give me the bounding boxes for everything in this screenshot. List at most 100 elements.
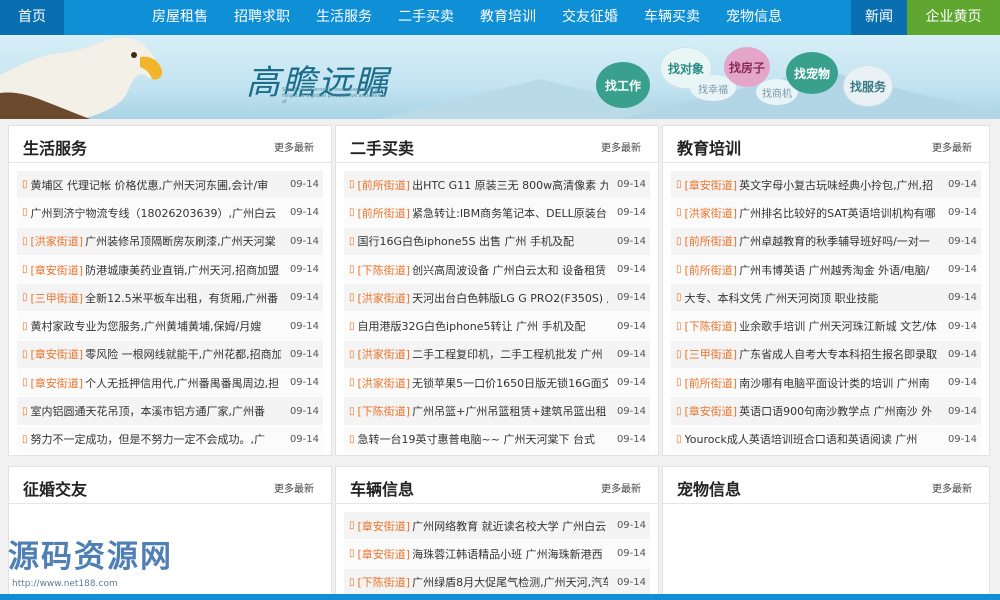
nav-item-secondhand[interactable]: 二手买卖 (385, 0, 467, 35)
listing-title[interactable]: 广州排名比较好的SAT英语培训机构有哪 (739, 207, 936, 220)
list-item-text[interactable]: [洪家街道] 广州排名比较好的SAT英语培训机构有哪 (685, 205, 939, 221)
nav-item-house[interactable]: 房屋租售 (139, 0, 221, 35)
listing-title[interactable]: 业余歌手培训 广州天河珠江新城 文艺/体 (739, 320, 937, 333)
list-item-text[interactable]: 急转一台19英寸惠普电脑~~ 广州天河棠下 台式 (358, 431, 608, 447)
listing-title[interactable]: 南沙哪有电脑平面设计类的培训 广州南 (739, 377, 930, 390)
nav-item-vehicles[interactable]: 车辆买卖 (631, 0, 713, 35)
listing-title[interactable]: 广东省成人自考大专本科招生报名即录取 (739, 348, 937, 361)
listing-title[interactable]: 全新12.5米平板车出租，有货厢,广州番 (85, 292, 278, 305)
list-item[interactable]: ▯ [章安街道] 英语口语900句南沙教学点 广州南沙 外 09-14 (671, 397, 981, 426)
list-item[interactable]: ▯ 急转一台19英寸惠普电脑~~ 广州天河棠下 台式 09-14 (344, 425, 650, 454)
list-item[interactable]: ▯ [下陈街道] 广州绿盾8月大促尾气检测,广州天河,汽车 09-14 (344, 568, 650, 597)
list-item-text[interactable]: [前所街道] 紧急转让:IBM商务笔记本、DELL原装台 (358, 205, 608, 221)
list-item[interactable]: ▯ [章安街道] 英文字母小复古玩味经典小拎包,广州,招 09-14 (671, 171, 981, 200)
list-item[interactable]: ▯ Yourock成人英语培训班合口语和英语阅读 广州 09-14 (671, 425, 981, 454)
list-item-text[interactable]: 黄埔区 代理记帐 价格优惠,广州天河东圃,会计/审 (31, 177, 281, 193)
listing-title[interactable]: 天河出台白色韩版LG G PRO2(F350S) 广 (412, 292, 608, 305)
nav-news[interactable]: 新闻 (851, 0, 907, 35)
list-item-text[interactable]: [三甲街道] 广东省成人自考大专本科招生报名即录取 (685, 346, 939, 362)
listing-title[interactable]: 海珠蓉江韩语精品小班 广州海珠新港西 (412, 548, 603, 561)
more-link[interactable]: 更多最新 (601, 139, 641, 154)
list-item[interactable]: ▯ 努力不一定成功，但是不努力一定不会成功。,广 09-14 (17, 425, 323, 454)
listing-title[interactable]: 大专、本科文凭 广州天河岗顶 职业技能 (685, 292, 879, 305)
listing-title[interactable]: 防港城康美药业直销,广州天河,招商加盟 (85, 264, 279, 277)
list-item-text[interactable]: [前所街道] 广州卓越教育的秋季辅导班好吗/一对一 (685, 233, 939, 249)
listing-title[interactable]: 广州网络教育 就近读名校大学 广州白云 (412, 520, 606, 533)
list-item-text[interactable]: [章安街道] 英语口语900句南沙教学点 广州南沙 外 (685, 403, 939, 419)
list-item[interactable]: ▯ [前所街道] 出HTC G11 原装三无 800w高清像素 九 09-14 (344, 171, 650, 200)
listing-title[interactable]: 出HTC G11 原装三无 800w高清像素 九 (412, 179, 608, 192)
list-item-text[interactable]: [章安街道] 英文字母小复古玩味经典小拎包,广州,招 (685, 177, 939, 193)
list-item-text[interactable]: [前所街道] 南沙哪有电脑平面设计类的培训 广州南 (685, 375, 939, 391)
nav-item-pets[interactable]: 宠物信息 (713, 0, 795, 35)
list-item-text[interactable]: 国行16G白色iphone5S 出售 广州 手机及配 (358, 233, 608, 249)
list-item[interactable]: ▯ [洪家街道] 二手工程复印机，二手工程机批发 广州 09-14 (344, 340, 650, 370)
listing-title[interactable]: 广州绿盾8月大促尾气检测,广州天河,汽车 (412, 576, 608, 589)
list-item-text[interactable]: [三甲街道] 全新12.5米平板车出租，有货厢,广州番 (31, 290, 281, 306)
list-item-text[interactable]: [章安街道] 海珠蓉江韩语精品小班 广州海珠新港西 (358, 546, 608, 562)
list-item-text[interactable]: [章安街道] 防港城康美药业直销,广州天河,招商加盟 (31, 262, 281, 278)
list-item[interactable]: ▯ [三甲街道] 全新12.5米平板车出租，有货厢,广州番 09-14 (17, 284, 323, 313)
list-item[interactable]: ▯ [前所街道] 紧急转让:IBM商务笔记本、DELL原装台 09-14 (344, 199, 650, 228)
list-item-text[interactable]: 黄村家政专业为您服务,广州黄埔黄埔,保姆/月嫂 (31, 318, 281, 334)
list-item-text[interactable]: [前所街道] 出HTC G11 原装三无 800w高清像素 九 (358, 177, 608, 193)
list-item[interactable]: ▯ 国行16G白色iphone5S 出售 广州 手机及配 09-14 (344, 227, 650, 256)
listing-title[interactable]: 创兴高周波设备 广州白云太和 设备租赁 (412, 264, 606, 277)
list-item[interactable]: ▯ 室内铝圆通天花吊顶，本溪市铝方通厂家,广州番 09-14 (17, 397, 323, 426)
list-item-text[interactable]: 努力不一定成功，但是不努力一定不会成功。,广 (31, 431, 281, 447)
listing-title[interactable]: 广州到济宁物流专线（18026203639）,广州白云 (31, 207, 276, 220)
list-item[interactable]: ▯ [洪家街道] 广州装修吊顶隔断房灰刷漆,广州天河棠 09-14 (17, 227, 323, 256)
list-item-text[interactable]: [章安街道] 广州网络教育 就近读名校大学 广州白云 (358, 518, 608, 534)
list-item[interactable]: ▯ [前所街道] 南沙哪有电脑平面设计类的培训 广州南 09-14 (671, 369, 981, 398)
list-item-text[interactable]: [洪家街道] 天河出台白色韩版LG G PRO2(F350S) 广 (358, 290, 608, 306)
list-item-text[interactable]: [下陈街道] 广州绿盾8月大促尾气检测,广州天河,汽车 (358, 574, 608, 590)
nav-item-jobs[interactable]: 招聘求职 (221, 0, 303, 35)
listing-title[interactable]: 二手工程复印机，二手工程机批发 广州 (412, 348, 603, 361)
listing-title[interactable]: 国行16G白色iphone5S 出售 广州 手机及配 (358, 235, 574, 248)
listing-title[interactable]: 个人无抵押信用代,广州番禺番禺周边,担 (85, 377, 279, 390)
list-item-text[interactable]: 室内铝圆通天花吊顶，本溪市铝方通厂家,广州番 (31, 403, 281, 419)
listing-title[interactable]: 室内铝圆通天花吊顶，本溪市铝方通厂家,广州番 (31, 405, 266, 418)
listing-title[interactable]: 英语口语900句南沙教学点 广州南沙 外 (739, 405, 932, 418)
listing-title[interactable]: 英文字母小复古玩味经典小拎包,广州,招 (739, 179, 933, 192)
more-link[interactable]: 更多最新 (932, 480, 972, 495)
list-item[interactable]: ▯ [下陈街道] 业余歌手培训 广州天河珠江新城 文艺/体 09-14 (671, 312, 981, 341)
listing-title[interactable]: 无锁苹果5一口价1650日版无锁16G面交 (412, 377, 608, 390)
listing-title[interactable]: 黄埔区 代理记帐 价格优惠,广州天河东圃,会计/审 (31, 179, 269, 192)
list-item[interactable]: ▯ [洪家街道] 无锁苹果5一口价1650日版无锁16G面交 09-14 (344, 369, 650, 398)
listing-title[interactable]: 急转一台19英寸惠普电脑~~ 广州天河棠下 台式 (358, 433, 595, 446)
list-item[interactable]: ▯ 自用港版32G白色iphone5转让 广州 手机及配 09-14 (344, 312, 650, 341)
bubble-find-service[interactable]: 找服务 (843, 65, 893, 107)
nav-yellow-pages[interactable]: 企业黄页 (907, 0, 1000, 35)
list-item-text[interactable]: Yourock成人英语培训班合口语和英语阅读 广州 (685, 431, 939, 447)
listing-title[interactable]: Yourock成人英语培训班合口语和英语阅读 广州 (685, 433, 918, 446)
listing-title[interactable]: 广州韦博英语 广州越秀淘金 外语/电脑/ (739, 264, 929, 277)
listing-title[interactable]: 努力不一定成功，但是不努力一定不会成功。,广 (31, 433, 266, 446)
list-item[interactable]: ▯ [下陈街道] 创兴高周波设备 广州白云太和 设备租赁 09-14 (344, 255, 650, 285)
list-item[interactable]: ▯ [三甲街道] 广东省成人自考大专本科招生报名即录取 09-14 (671, 340, 981, 370)
nav-item-education[interactable]: 教育培训 (467, 0, 549, 35)
list-item-text[interactable]: 广州到济宁物流专线（18026203639）,广州白云 (31, 205, 281, 221)
list-item-text[interactable]: [下陈街道] 创兴高周波设备 广州白云太和 设备租赁 (358, 262, 608, 278)
listing-title[interactable]: 广州卓越教育的秋季辅导班好吗/一对一 (739, 235, 930, 248)
nav-item-life[interactable]: 生活服务 (303, 0, 385, 35)
list-item-text[interactable]: 自用港版32G白色iphone5转让 广州 手机及配 (358, 318, 608, 334)
list-item[interactable]: ▯ [章安街道] 防港城康美药业直销,广州天河,招商加盟 09-14 (17, 255, 323, 285)
nav-home[interactable]: 首页 (0, 0, 64, 35)
more-link[interactable]: 更多最新 (274, 480, 314, 495)
list-item[interactable]: ▯ [前所街道] 广州韦博英语 广州越秀淘金 外语/电脑/09-14 (671, 255, 981, 285)
nav-item-dating[interactable]: 交友征婚 (549, 0, 631, 35)
list-item[interactable]: ▯ [章安街道] 零风险 一根网线就能干,广州花都,招商加 09-14 (17, 340, 323, 370)
list-item[interactable]: ▯ 大专、本科文凭 广州天河岗顶 职业技能 09-14 (671, 284, 981, 313)
more-link[interactable]: 更多最新 (601, 480, 641, 495)
list-item[interactable]: ▯ [下陈街道] 广州吊篮+广州吊篮租赁+建筑吊篮出租 09-14 (344, 397, 650, 426)
list-item[interactable]: ▯ 黄村家政专业为您服务,广州黄埔黄埔,保姆/月嫂 09-14 (17, 312, 323, 341)
list-item[interactable]: ▯ [洪家街道] 天河出台白色韩版LG G PRO2(F350S) 广 09-14 (344, 284, 650, 313)
list-item[interactable]: ▯ 黄埔区 代理记帐 价格优惠,广州天河东圃,会计/审 09-14 (17, 171, 323, 200)
list-item-text[interactable]: [洪家街道] 无锁苹果5一口价1650日版无锁16G面交 (358, 375, 608, 391)
listing-title[interactable]: 广州装修吊顶隔断房灰刷漆,广州天河棠 (85, 235, 276, 248)
list-item-text[interactable]: [洪家街道] 广州装修吊顶隔断房灰刷漆,广州天河棠 (31, 233, 281, 249)
list-item[interactable]: ▯ [章安街道] 个人无抵押信用代,广州番禺番禺周边,担 09-14 (17, 369, 323, 398)
bubble-find-job[interactable]: 找工作 (596, 62, 650, 108)
listing-title[interactable]: 黄村家政专业为您服务,广州黄埔黄埔,保姆/月嫂 (31, 320, 262, 333)
